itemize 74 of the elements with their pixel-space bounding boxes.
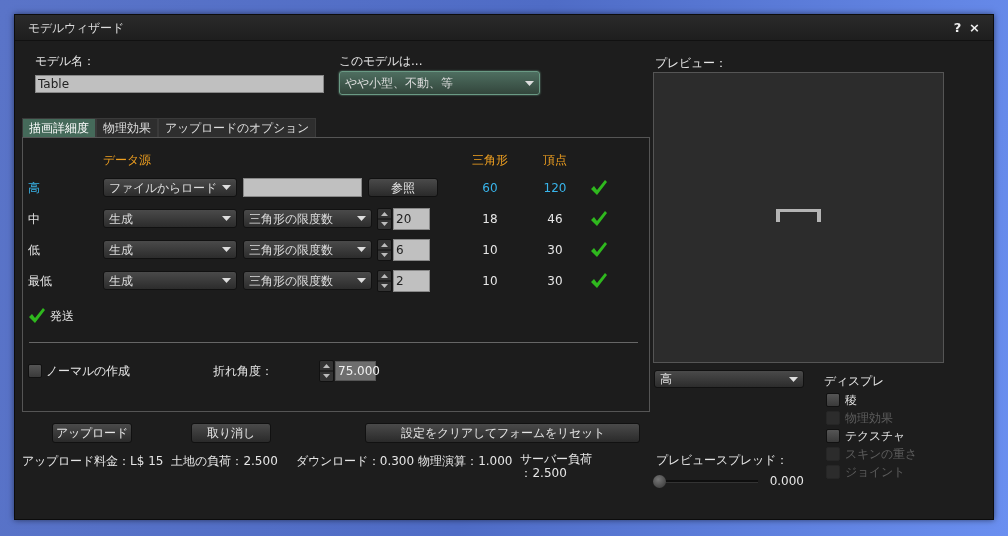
limit-field[interactable]: 20 [393,207,430,230]
source-dropdown[interactable]: 生成 [103,271,237,290]
vertex-count: 30 [547,273,563,288]
source-dropdown[interactable]: ファイルからロード [103,178,237,197]
checkbox-label: テクスチャ [845,428,905,445]
window-title: モデルウィザード [28,19,125,37]
name-field[interactable]: Table [35,75,324,93]
source-dropdown[interactable]: 生成 [103,209,237,228]
column-header: データ源 [103,153,151,167]
table-model-drawing [774,206,823,223]
caret-icon [222,247,231,252]
stepper-buttons[interactable] [377,238,392,261]
stat-text: ダウンロード：0.300 [295,453,415,470]
vertex-count: 30 [547,242,563,257]
field-label: 折れ角度： [213,363,274,380]
row-label: 低 [28,242,40,257]
caret-icon [222,216,231,221]
row-label: 最低 [28,273,52,288]
caret-icon [357,247,366,252]
checkbox-label: ノーマルの作成 [46,363,131,380]
row-label: 中 [28,211,40,226]
caret-icon [357,278,366,283]
triangle-count: 60 [482,180,498,195]
section-label: ディスプレ [824,374,884,388]
field-label: このモデルは... [339,54,423,68]
checkbox[interactable] [28,364,42,378]
caret-icon [222,278,231,283]
stepper-buttons[interactable] [377,207,392,230]
help-button[interactable]: ? [949,17,966,38]
slider-value: 0.000 [769,473,804,490]
caret-icon [789,376,798,382]
tab[interactable]: 物理効果 [96,118,158,137]
vertex-count: 120 [543,180,567,195]
caret-icon [222,185,231,190]
limit-field[interactable]: 2 [393,269,430,292]
checkbox[interactable] [826,393,840,407]
slider-thumb[interactable] [653,474,666,488]
file-field[interactable] [243,178,362,197]
reset-button[interactable]: 設定をクリアしてフォームをリセット [365,423,640,443]
tab[interactable]: アップロードのオプション [158,118,316,137]
column-header: 三角形 [472,153,508,167]
limit-field[interactable]: 6 [393,238,430,261]
source-dropdown[interactable]: 生成 [103,240,237,259]
caret-icon [357,216,366,221]
cancel-button[interactable]: 取り消し [191,423,271,443]
column-header: 頂点 [543,153,567,167]
close-button[interactable]: × [966,17,983,38]
checkbox-label: 稜 [845,392,857,409]
model-type-dropdown[interactable]: やや小型、不動、等 [339,71,540,95]
checkbox[interactable] [826,429,840,443]
tab[interactable]: 描画詳細度 [22,118,96,137]
row-label: 高 [28,180,40,195]
stat-text: サーバー負荷：2.500 [520,452,594,480]
browse-button[interactable]: 参照 [368,178,438,197]
triangle-count: 18 [482,211,498,226]
status-label: 発送 [50,308,74,325]
vertex-count: 46 [547,211,563,226]
stat-text: 物理演算：1.000 [418,453,513,470]
method-dropdown[interactable]: 三角形の限度数 [243,240,372,259]
stat-text: アップロード料金：L$ 15 [22,453,164,470]
section-label: プレビュー： [655,56,727,70]
slider[interactable] [653,474,758,488]
method-dropdown[interactable]: 三角形の限度数 [243,209,372,228]
stepper-buttons[interactable] [319,360,334,382]
field-label: モデル名： [35,54,95,68]
lod-dropdown[interactable]: 高 [654,370,804,388]
stepper-buttons[interactable] [377,269,392,292]
stat-text: 土地の負荷：2.500 [171,453,278,470]
triangle-count: 10 [482,273,498,288]
upload-button[interactable]: アップロード [52,423,132,443]
method-dropdown[interactable]: 三角形の限度数 [243,271,372,290]
triangle-count: 10 [482,242,498,257]
caret-icon [525,80,534,86]
slider-label: プレビュースプレッド： [656,453,788,467]
